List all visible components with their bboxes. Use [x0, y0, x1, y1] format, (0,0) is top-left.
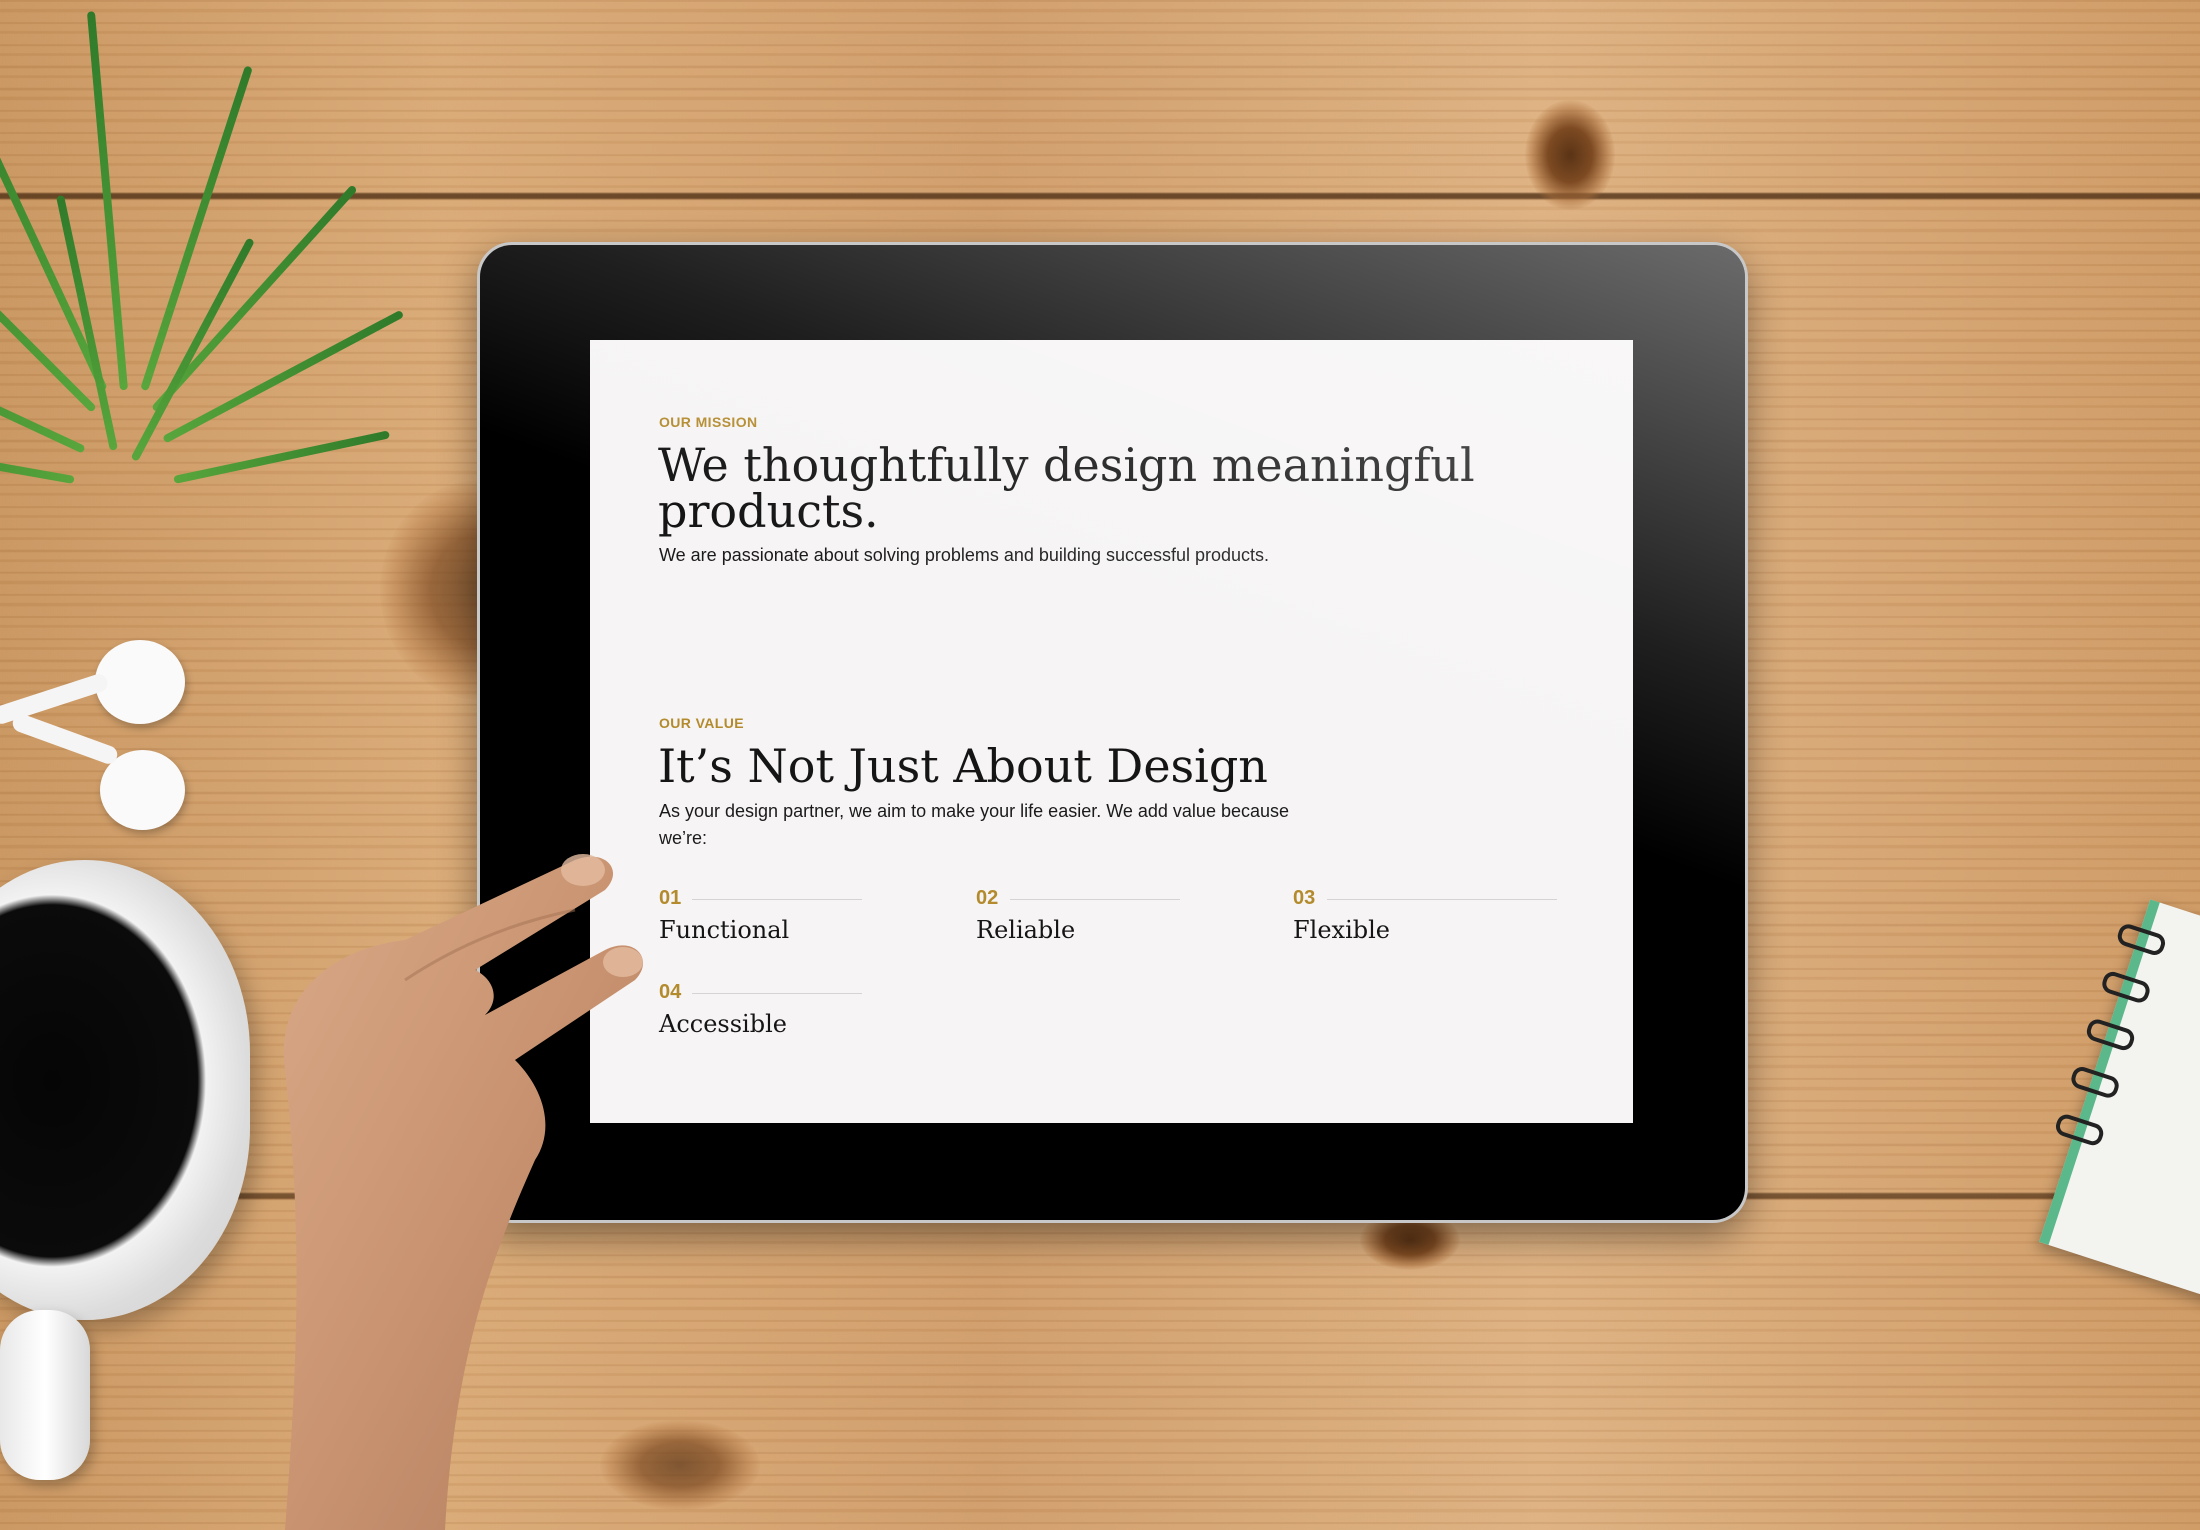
feature-number: 02 [976, 887, 999, 909]
feature-divider [1010, 899, 1180, 900]
mission-eyebrow: OUR MISSION [659, 414, 758, 430]
feature-name: Reliable [976, 916, 1076, 944]
feature-number: 03 [1293, 887, 1316, 909]
hand [283, 854, 644, 1530]
plant [0, 0, 405, 590]
coffee-cup [0, 860, 250, 1320]
feature-name: Flexible [1293, 916, 1390, 944]
value-eyebrow: OUR VALUE [659, 715, 745, 731]
feature-divider [1327, 899, 1557, 900]
value-body-line1: As your design partner, we aim to make y… [659, 801, 1290, 821]
notebook [2039, 899, 2200, 1301]
mission-headline: We thoughtfully design meaningful produc… [658, 442, 1475, 534]
mission-headline-line2: products. [658, 484, 879, 538]
coffee-cup-handle [0, 1310, 90, 1480]
wood-knot [1525, 100, 1615, 210]
mission-subtitle: We are passionate about solving problems… [659, 545, 1270, 565]
value-headline: It’s Not Just About Design [658, 739, 1268, 793]
